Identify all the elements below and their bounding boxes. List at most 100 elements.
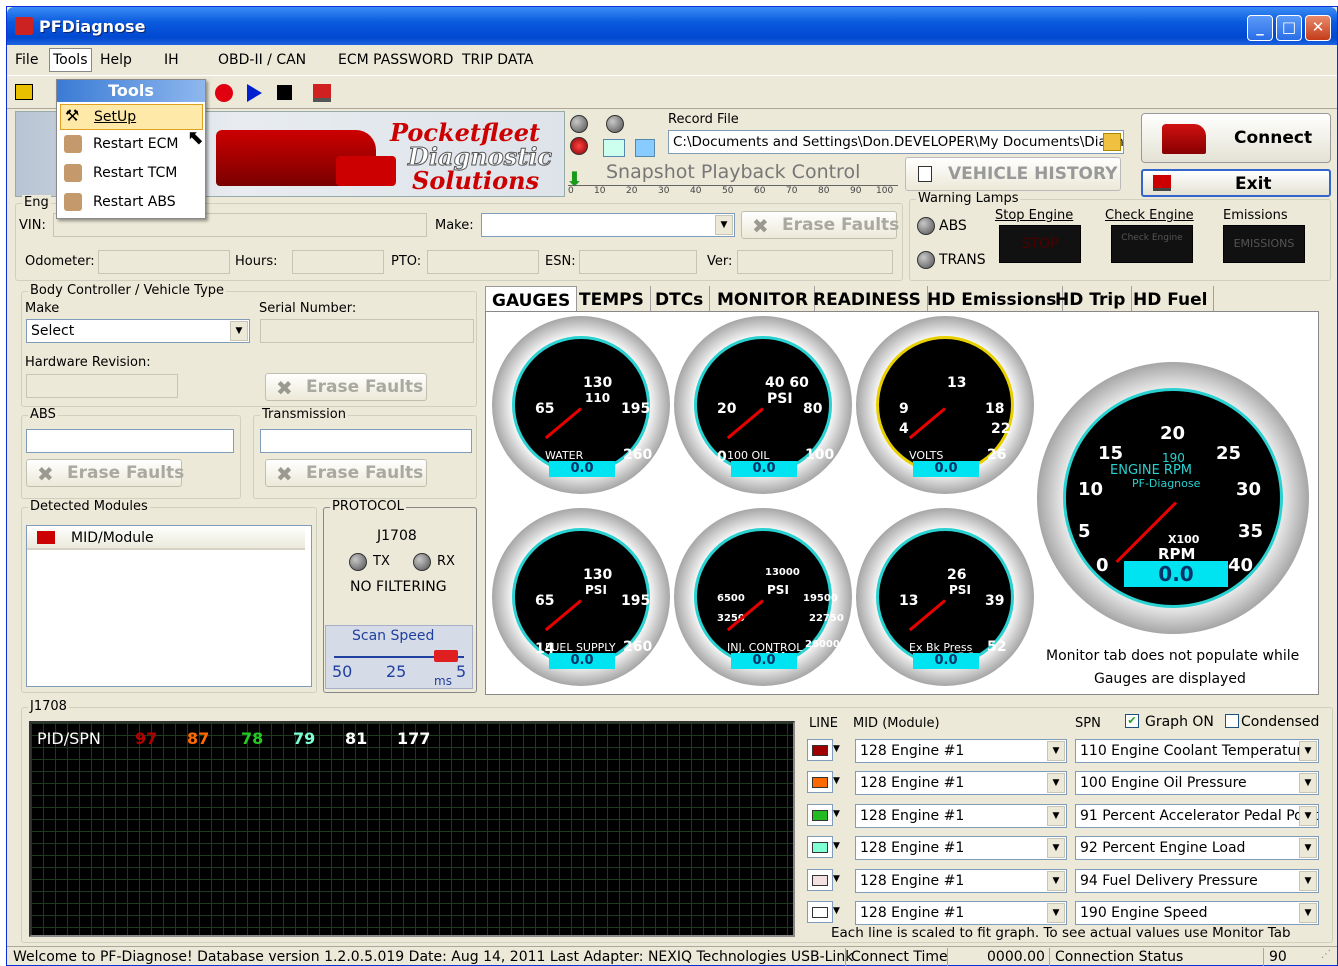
line-color-picker[interactable]	[807, 739, 833, 761]
scan-tick-50: 50	[332, 662, 353, 681]
chevron-down-icon[interactable]: ▼	[1047, 838, 1065, 859]
chevron-down-icon[interactable]: ▼	[1299, 805, 1317, 826]
line-color-picker[interactable]	[807, 771, 833, 794]
spn-dropdown[interactable]: 100 Engine Oil Pressure ▼	[1075, 771, 1319, 796]
stop-icon[interactable]	[277, 85, 292, 100]
exit-door-icon[interactable]	[313, 84, 331, 102]
menu-trip-data[interactable]: TRIP DATA	[462, 52, 533, 68]
mid-module-dropdown[interactable]: 128 Engine #1 ▼	[855, 868, 1067, 893]
erase-faults-engine-button[interactable]: ✖ Erase Faults	[741, 211, 899, 239]
menu-item-restart-abs[interactable]: Restart ABS	[60, 190, 203, 216]
rpm-title: ENGINE RPM	[1110, 463, 1193, 478]
spn-dropdown[interactable]: 91 Percent Accelerator Pedal Posit ▼	[1075, 803, 1319, 828]
chevron-down-icon[interactable]: ▼	[1047, 805, 1065, 826]
spn-dropdown[interactable]: 94 Fuel Delivery Pressure ▼	[1075, 868, 1319, 893]
line-color-picker[interactable]	[807, 803, 833, 826]
stop-square-icon[interactable]	[635, 139, 655, 157]
erase-faults-body-button[interactable]: ✖ Erase Faults	[265, 373, 427, 401]
erase-faults-trans-button[interactable]: ✖ Erase Faults	[265, 459, 427, 487]
spn-dropdown[interactable]: 110 Engine Coolant Temperature ▼	[1075, 739, 1319, 763]
line-color-picker[interactable]	[807, 868, 833, 891]
menu-help[interactable]: Help	[100, 52, 132, 68]
vehicle-history-button[interactable]: VEHICLE HISTORY	[905, 157, 1121, 191]
chevron-down-icon[interactable]: ▼	[1047, 903, 1065, 923]
menu-item-restart-tcm[interactable]: Restart TCM	[60, 161, 203, 187]
close-button[interactable]: ✕	[1305, 15, 1331, 41]
mid-module-dropdown[interactable]: 128 Engine #1 ▼	[855, 901, 1067, 925]
chevron-down-icon[interactable]: ▼	[1299, 838, 1317, 859]
odometer-input[interactable]	[98, 250, 230, 274]
condensed-checkbox[interactable]	[1225, 714, 1239, 728]
chevron-down-icon[interactable]: ▼	[1299, 773, 1317, 794]
tab-hd-trip[interactable]: HD Trip	[1049, 286, 1133, 314]
exit-button[interactable]: Exit	[1141, 169, 1331, 197]
serial-number-input[interactable]	[260, 319, 474, 343]
make-dropdown[interactable]: ▼	[481, 213, 735, 237]
menu-obd[interactable]: OBD-II / CAN	[218, 52, 306, 68]
chevron-down-icon[interactable]: ▼	[1299, 870, 1317, 891]
chevron-down-icon[interactable]: ▼	[1047, 741, 1065, 761]
mid-module-dropdown[interactable]: 128 Engine #1 ▼	[855, 771, 1067, 796]
record-icon[interactable]	[215, 84, 233, 102]
tab-readiness[interactable]: READINESS	[807, 286, 928, 314]
hardware-revision-input[interactable]	[26, 374, 178, 398]
menu-tools[interactable]: Tools	[49, 48, 92, 72]
tab-dtcs[interactable]: DTCs	[649, 286, 711, 314]
menu-item-setup[interactable]: ⚒ SetUp	[60, 104, 203, 130]
title-bar[interactable]: PFDiagnose _ □ ✕	[7, 7, 1337, 45]
menu-item-restart-ecm[interactable]: Restart ECM	[60, 132, 203, 158]
transmission-input[interactable]	[260, 429, 472, 453]
abs-input[interactable]	[26, 429, 234, 453]
esn-label: ESN:	[545, 254, 576, 269]
pto-input[interactable]	[427, 250, 539, 274]
chevron-down-icon[interactable]: ▼	[833, 809, 840, 819]
minimize-button[interactable]: _	[1247, 15, 1273, 41]
maximize-button[interactable]: □	[1276, 15, 1302, 41]
record-path-input[interactable]: C:\Documents and Settings\Don.DEVELOPER\…	[668, 130, 1124, 154]
ver-input[interactable]	[737, 250, 893, 274]
chevron-down-icon[interactable]: ▼	[1047, 870, 1065, 891]
snapshot-playback-control[interactable]: Snapshot Playback Control 0 10 20 30 40 …	[568, 159, 898, 196]
tab-temps[interactable]: TEMPS	[573, 286, 651, 314]
tab-hd-fuel[interactable]: HD Fuel	[1127, 286, 1215, 314]
chevron-down-icon[interactable]: ▼	[833, 841, 840, 851]
spn-dropdown[interactable]: 92 Percent Engine Load ▼	[1075, 836, 1319, 861]
erase-faults-abs-button[interactable]: ✖ Erase Faults	[26, 459, 184, 487]
menu-ih[interactable]: IH	[164, 52, 179, 68]
folder-browse-icon[interactable]	[1103, 133, 1121, 151]
graph-on-checkbox[interactable]: ✔	[1125, 714, 1139, 728]
chevron-down-icon[interactable]: ▼	[230, 321, 248, 341]
body-make-dropdown[interactable]: Select ▼	[26, 319, 250, 343]
folder-icon[interactable]	[15, 84, 33, 100]
step-icon[interactable]	[603, 139, 625, 157]
spn-dropdown[interactable]: 190 Engine Speed ▼	[1075, 901, 1319, 925]
chevron-down-icon[interactable]: ▼	[833, 744, 840, 754]
chevron-down-icon[interactable]: ▼	[715, 215, 733, 235]
chevron-down-icon[interactable]: ▼	[1047, 773, 1065, 794]
modules-list[interactable]: MID/Module	[26, 525, 312, 687]
tab-gauges[interactable]: GAUGES	[485, 286, 578, 314]
chevron-down-icon[interactable]: ▼	[1299, 741, 1317, 761]
mid-module-dropdown[interactable]: 128 Engine #1 ▼	[855, 739, 1067, 763]
chevron-down-icon[interactable]: ▼	[833, 906, 840, 916]
chevron-down-icon[interactable]: ▼	[1299, 903, 1317, 923]
play-icon[interactable]	[247, 84, 262, 102]
menu-ecm-password[interactable]: ECM PASSWORD	[338, 52, 453, 68]
mid-module-dropdown[interactable]: 128 Engine #1 ▼	[855, 836, 1067, 861]
tab-hd-emissions[interactable]: HD Emissions	[921, 286, 1064, 314]
tab-monitor[interactable]: MONITOR	[711, 286, 816, 314]
chevron-down-icon[interactable]: ▼	[833, 776, 840, 786]
modules-column-header[interactable]: MID/Module	[27, 526, 305, 550]
menu-file[interactable]: File	[15, 52, 38, 68]
mid-module-dropdown[interactable]: 128 Engine #1 ▼	[855, 803, 1067, 828]
hours-input[interactable]	[292, 250, 384, 274]
resize-grip-icon[interactable]: ⋰	[1321, 949, 1331, 960]
scan-speed-thumb[interactable]	[434, 650, 458, 662]
scan-speed-panel[interactable]: Scan Speed 50 25 5 ms	[325, 625, 473, 689]
connect-button[interactable]: Connect	[1141, 113, 1331, 163]
chevron-down-icon[interactable]: ▼	[833, 874, 840, 884]
warning-lamps-label: Warning Lamps	[916, 191, 1021, 206]
esn-input[interactable]	[579, 250, 697, 274]
line-color-picker[interactable]	[807, 836, 833, 859]
line-color-picker[interactable]	[807, 901, 833, 923]
